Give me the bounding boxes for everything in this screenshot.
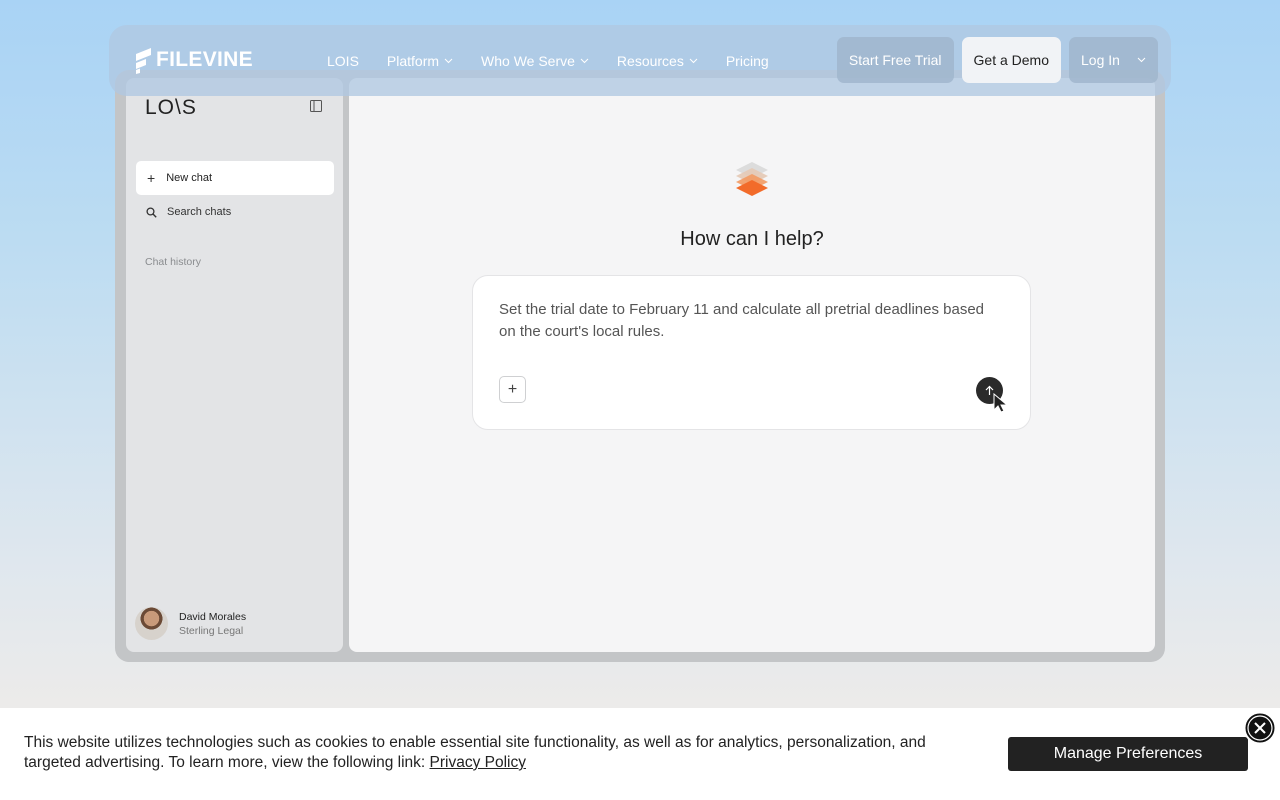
brand-name: FILEVINE <box>156 48 253 71</box>
layers-icon <box>736 162 768 196</box>
user-organization: Sterling Legal <box>179 624 244 637</box>
plus-icon: + <box>147 170 156 186</box>
avatar <box>135 607 168 640</box>
cookie-notice-text: This website utilizes technologies such … <box>24 734 926 771</box>
search-chats-button[interactable]: Search chats <box>136 202 334 222</box>
nav-link-resources[interactable]: Resources <box>617 53 698 69</box>
chevron-down-icon <box>580 58 589 63</box>
chat-sidebar: LO\S + New chat Search chats Chat histor… <box>126 78 343 652</box>
search-icon <box>146 206 157 218</box>
mouse-cursor-icon <box>993 393 1009 413</box>
cookie-banner: This website utilizes technologies such … <box>0 708 1280 800</box>
chevron-down-icon <box>689 58 698 63</box>
nav-link-who-we-serve[interactable]: Who We Serve <box>481 53 589 69</box>
chat-main-panel: How can I help? Set the trial date to Fe… <box>349 78 1155 652</box>
close-icon[interactable] <box>1243 711 1277 745</box>
attach-button[interactable]: + <box>499 376 526 403</box>
log-in-label: Log In <box>1081 52 1120 68</box>
get-a-demo-button[interactable]: Get a Demo <box>961 37 1061 83</box>
user-profile[interactable]: David Morales Sterling Legal <box>135 607 246 640</box>
sidebar-collapse-icon[interactable] <box>310 100 322 112</box>
chat-history-heading: Chat history <box>145 256 202 268</box>
nav-link-lois[interactable]: LOIS <box>327 53 359 69</box>
filevine-logo-mark-icon <box>136 48 151 74</box>
new-chat-button[interactable]: + New chat <box>136 161 334 195</box>
prompt-composer[interactable]: Set the trial date to February 11 and ca… <box>472 275 1031 430</box>
filevine-logo[interactable]: FILEVINE <box>134 46 253 74</box>
prompt-input[interactable]: Set the trial date to February 11 and ca… <box>499 299 989 343</box>
log-in-button[interactable]: Log In <box>1069 37 1158 83</box>
top-navbar: FILEVINE LOIS Platform Who We Serve Reso… <box>109 25 1171 96</box>
search-chats-label: Search chats <box>167 206 232 218</box>
manage-preferences-button[interactable]: Manage Preferences <box>1008 737 1248 771</box>
chevron-down-icon <box>444 58 453 63</box>
plus-icon: + <box>507 380 518 398</box>
lois-logo: LO\S <box>145 96 197 119</box>
new-chat-label: New chat <box>166 172 213 184</box>
chevron-down-icon <box>1137 57 1146 63</box>
user-name: David Morales <box>179 610 247 623</box>
nav-actions: Start Free Trial Get a Demo Log In <box>836 37 1158 83</box>
app-preview-frame: LO\S + New chat Search chats Chat histor… <box>115 70 1165 662</box>
nav-links: LOIS Platform Who We Serve Resources Pri… <box>327 25 797 96</box>
privacy-policy-link[interactable]: Privacy Policy <box>430 754 526 771</box>
help-heading: How can I help? <box>680 228 824 250</box>
start-free-trial-button[interactable]: Start Free Trial <box>836 37 954 83</box>
nav-link-platform[interactable]: Platform <box>387 53 453 69</box>
nav-link-pricing[interactable]: Pricing <box>726 53 769 69</box>
